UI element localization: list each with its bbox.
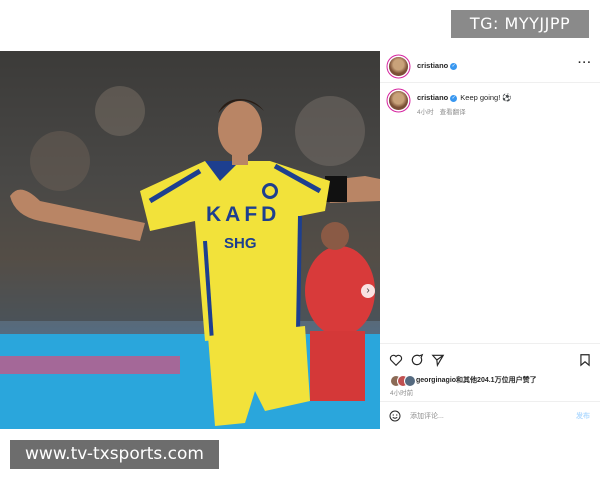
watermark-top: TG: MYYJJPP bbox=[451, 10, 589, 38]
caption-text: Keep going! ⚽ bbox=[460, 93, 512, 102]
avatar[interactable] bbox=[389, 57, 408, 76]
liker-avatars bbox=[390, 375, 416, 387]
post-photo[interactable]: KAFD SHG › ● bbox=[0, 51, 380, 429]
comment-icon[interactable] bbox=[410, 353, 424, 367]
see-translation-link[interactable]: 查看翻译 bbox=[440, 109, 466, 116]
likes-text: georginagio和其他204.1万位用户赞了 bbox=[416, 377, 537, 384]
caption-meta: 4小时 查看翻译 bbox=[417, 106, 472, 116]
next-image-button[interactable]: › bbox=[361, 284, 375, 298]
caption-username[interactable]: cristiano bbox=[417, 93, 448, 102]
more-options-icon[interactable]: ··· bbox=[578, 57, 592, 69]
post-side-panel: cristiano ✓ ··· cristiano ✓ Keep going! ⚽ 4… bbox=[380, 51, 600, 429]
save-icon[interactable] bbox=[578, 353, 592, 367]
post-header: cristiano ✓ ··· bbox=[380, 51, 600, 83]
caption-time: 4小时 bbox=[417, 109, 434, 116]
watermark-bottom: www.tv-txsports.com bbox=[10, 440, 219, 469]
likes-summary[interactable]: georginagio和其他204.1万位用户赞了 bbox=[390, 375, 537, 387]
verified-icon: ✓ bbox=[450, 62, 458, 70]
like-icon[interactable] bbox=[389, 353, 403, 367]
header-username[interactable]: cristiano ✓ bbox=[417, 61, 458, 70]
emoji-icon[interactable] bbox=[389, 410, 401, 422]
jersey-sponsor2-text: SHG bbox=[224, 235, 257, 252]
verified-icon: ✓ bbox=[450, 94, 458, 102]
comment-input[interactable]: 添加评论... bbox=[410, 411, 444, 421]
player-illustration bbox=[0, 51, 380, 429]
caption-avatar[interactable] bbox=[389, 91, 408, 110]
jersey-sponsor-text: KAFD bbox=[206, 203, 281, 226]
share-icon[interactable] bbox=[431, 353, 445, 367]
caption: cristiano ✓ Keep going! ⚽ bbox=[417, 93, 512, 102]
comment-bar: 添加评论... 发布 bbox=[380, 401, 600, 430]
post-time: 4小时前 bbox=[390, 390, 414, 397]
action-bar bbox=[380, 343, 600, 372]
post-comment-button[interactable]: 发布 bbox=[576, 411, 590, 421]
